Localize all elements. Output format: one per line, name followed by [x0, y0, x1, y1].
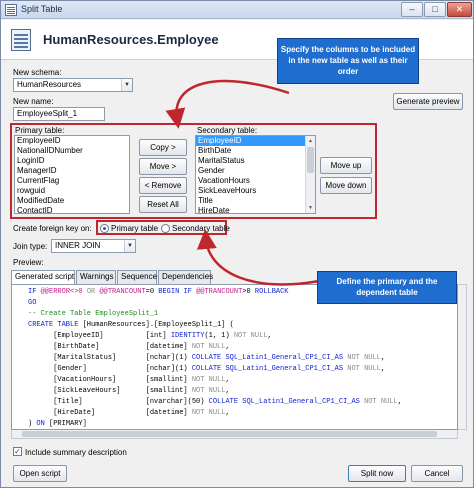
- script-vertical-scrollbar[interactable]: [458, 284, 467, 430]
- primary-table-item[interactable]: EmployeeID: [15, 136, 129, 146]
- secondary-table-item[interactable]: HireDate: [196, 206, 315, 213]
- secondary-table-item[interactable]: VacationHours: [196, 176, 315, 186]
- secondary-table-item[interactable]: Gender: [196, 166, 315, 176]
- include-summary-label[interactable]: Include summary description: [25, 448, 127, 457]
- primary-table-radio-label[interactable]: Primary table: [111, 224, 158, 233]
- chevron-down-icon: ▼: [121, 79, 132, 91]
- secondary-scrollbar[interactable]: ▲ ▼: [305, 136, 315, 213]
- move-button[interactable]: Move >: [139, 158, 187, 175]
- window-title: Split Table: [21, 4, 63, 14]
- script-line: CREATE TABLE [HumanResources].[EmployeeS…: [28, 321, 234, 329]
- primary-table-item[interactable]: LoginID: [15, 156, 129, 166]
- script-line: [VacationHours] [smallint] NOT NULL,: [28, 376, 230, 384]
- primary-table-item[interactable]: NationalIDNumber: [15, 146, 129, 156]
- close-button[interactable]: ✕: [447, 2, 472, 17]
- chevron-down-icon: ▼: [124, 240, 135, 252]
- split-now-button[interactable]: Split now: [348, 465, 406, 482]
- join-type-select[interactable]: INNER JOIN ▼: [51, 239, 136, 253]
- remove-button[interactable]: < Remove: [139, 177, 187, 194]
- primary-table-item[interactable]: CurrentFlag: [15, 176, 129, 186]
- minimize-button[interactable]: –: [401, 2, 423, 17]
- primary-dependent-callout: Define the primary and the dependent tab…: [317, 271, 457, 304]
- scroll-thumb[interactable]: [307, 147, 314, 173]
- cancel-button[interactable]: Cancel: [411, 465, 463, 482]
- table-name-title: HumanResources.Employee: [43, 32, 219, 47]
- move-up-button[interactable]: Move up: [320, 157, 372, 174]
- script-line: ) ON [PRIMARY]: [28, 420, 87, 428]
- secondary-table-radio-label[interactable]: Secondary table: [172, 224, 230, 233]
- script-line: [HireDate] [datetime] NOT NULL,: [28, 409, 230, 417]
- script-line: GO: [28, 299, 37, 307]
- split-table-window: Split Table – □ ✕ HumanResources.Employe…: [0, 0, 474, 488]
- script-horizontal-scrollbar[interactable]: [11, 430, 458, 439]
- secondary-table-item[interactable]: Title: [196, 196, 315, 206]
- foreign-key-label: Create foreign key on:: [13, 224, 92, 233]
- script-line: [EmployeeID] [int] IDENTITY(1, 1) NOT NU…: [28, 332, 272, 340]
- tab-generated-script[interactable]: Generated script: [11, 270, 75, 285]
- reset-all-button[interactable]: Reset All: [139, 196, 187, 213]
- primary-table-item[interactable]: ManagerID: [15, 166, 129, 176]
- schema-value: HumanResources: [17, 80, 82, 89]
- copy-button[interactable]: Copy >: [139, 139, 187, 156]
- arrow-to-columns: [165, 79, 290, 129]
- script-horizontal-thumb[interactable]: [22, 431, 437, 437]
- new-name-input[interactable]: EmployeeSplit_1: [13, 107, 105, 121]
- arrow-to-foreign-key: [196, 229, 320, 286]
- open-script-button[interactable]: Open script: [13, 465, 67, 482]
- preview-label: Preview:: [13, 258, 44, 267]
- primary-table-item[interactable]: ContactID: [15, 206, 129, 213]
- move-down-button[interactable]: Move down: [320, 177, 372, 194]
- tab-sequence[interactable]: Sequence: [117, 270, 157, 284]
- scroll-up-icon: ▲: [308, 138, 313, 144]
- secondary-table-radio[interactable]: [161, 224, 170, 233]
- script-preview[interactable]: IF @@ERROR<>0 OR @@TRANCOUNT=0 BEGIN IF …: [11, 284, 458, 430]
- secondary-table-list[interactable]: EmployeeID BirthDate MaritalStatus Gender Va…: [195, 135, 316, 214]
- secondary-table-item[interactable]: EmployeeID: [196, 136, 315, 146]
- join-type-label: Join type:: [13, 242, 48, 251]
- script-line: [Title] [nvarchar](50) COLLATE SQL_Latin…: [28, 398, 402, 406]
- generate-preview-button[interactable]: Generate preview: [393, 93, 463, 110]
- primary-table-label: Primary table:: [15, 126, 65, 135]
- window-icon: [5, 4, 17, 16]
- script-line: [SickLeaveHours] [smallint] NOT NULL,: [28, 387, 230, 395]
- maximize-button[interactable]: □: [424, 2, 446, 17]
- primary-table-item[interactable]: ModifiedDate: [15, 196, 129, 206]
- name-label: New name:: [13, 97, 54, 106]
- secondary-table-item[interactable]: SickLeaveHours: [196, 186, 315, 196]
- table-icon: [11, 29, 31, 51]
- secondary-table-item[interactable]: BirthDate: [196, 146, 315, 156]
- scroll-down-icon: ▼: [308, 205, 313, 211]
- primary-table-item[interactable]: rowguid: [15, 186, 129, 196]
- script-line: [MaritalStatus] [nchar](1) COLLATE SQL_L…: [28, 354, 386, 362]
- schema-label: New schema:: [13, 68, 62, 77]
- script-line: [Gender] [nchar](1) COLLATE SQL_Latin1_G…: [28, 365, 386, 373]
- script-line: IF @@ERROR<>0 OR @@TRANCOUNT=0 BEGIN IF …: [28, 288, 289, 296]
- title-bar[interactable]: Split Table – □ ✕: [1, 1, 473, 19]
- script-line: -- Create Table EmployeeSplit_1: [28, 310, 159, 318]
- include-summary-checkbox[interactable]: ✓: [13, 447, 22, 456]
- primary-table-list[interactable]: EmployeeID NationalIDNumber LoginID Manager…: [14, 135, 130, 214]
- secondary-table-item[interactable]: MaritalStatus: [196, 156, 315, 166]
- script-line: [BirthDate] [datetime] NOT NULL,: [28, 343, 230, 351]
- tab-warnings[interactable]: Warnings: [76, 270, 116, 284]
- schema-select[interactable]: HumanResources ▼: [13, 78, 133, 92]
- columns-callout: Specify the columns to be included in th…: [277, 38, 419, 84]
- join-type-value: INNER JOIN: [55, 241, 101, 250]
- primary-table-radio[interactable]: [100, 224, 109, 233]
- secondary-table-label: Secondary table:: [197, 126, 258, 135]
- tab-dependencies[interactable]: Dependencies: [158, 270, 213, 284]
